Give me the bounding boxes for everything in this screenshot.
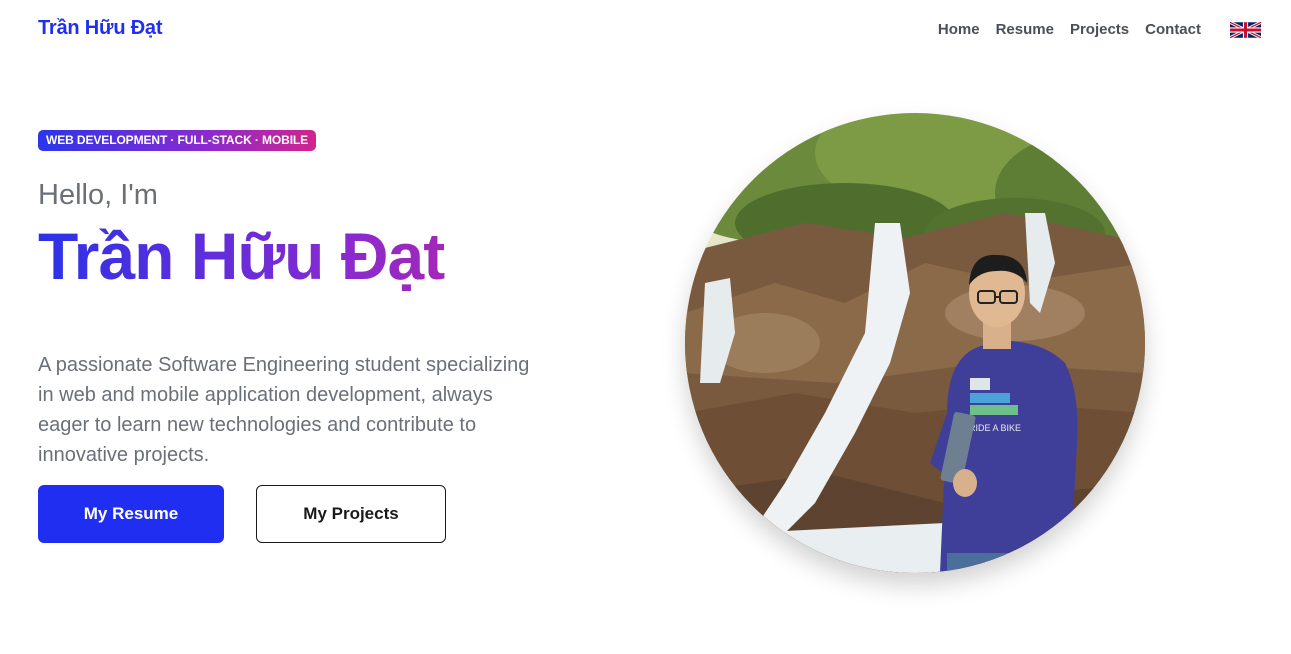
my-resume-button[interactable]: My Resume	[38, 485, 224, 543]
profile-photo: RIDE A BIKE	[685, 113, 1145, 573]
my-projects-button[interactable]: My Projects	[256, 485, 446, 543]
greeting-text: Hello, I'm	[38, 179, 158, 211]
hero-description: A passionate Software Engineering studen…	[38, 354, 530, 466]
skills-badge: WEB DEVELOPMENT · FULL-STACK · MOBILE	[38, 130, 317, 151]
top-navbar: Trần Hữu Đạt Home Resume Projects Contac…	[0, 0, 1291, 60]
nav-projects[interactable]: Projects	[1070, 21, 1129, 38]
nav-contact[interactable]: Contact	[1145, 21, 1201, 38]
main-menu: Home Resume Projects Contact	[938, 21, 1201, 38]
brand-logo-link[interactable]: Trần Hữu Đạt	[38, 17, 163, 40]
shirt-print-text: RIDE A BIKE	[969, 423, 1021, 433]
hero-intro: WEB DEVELOPMENT · FULL-STACK · MOBILE He…	[38, 130, 598, 470]
hero-name: Trần Hữu Đạt	[38, 216, 598, 296]
nav-home[interactable]: Home	[938, 21, 980, 38]
uk-flag-icon[interactable]	[1230, 22, 1261, 38]
nav-resume[interactable]: Resume	[996, 21, 1054, 38]
